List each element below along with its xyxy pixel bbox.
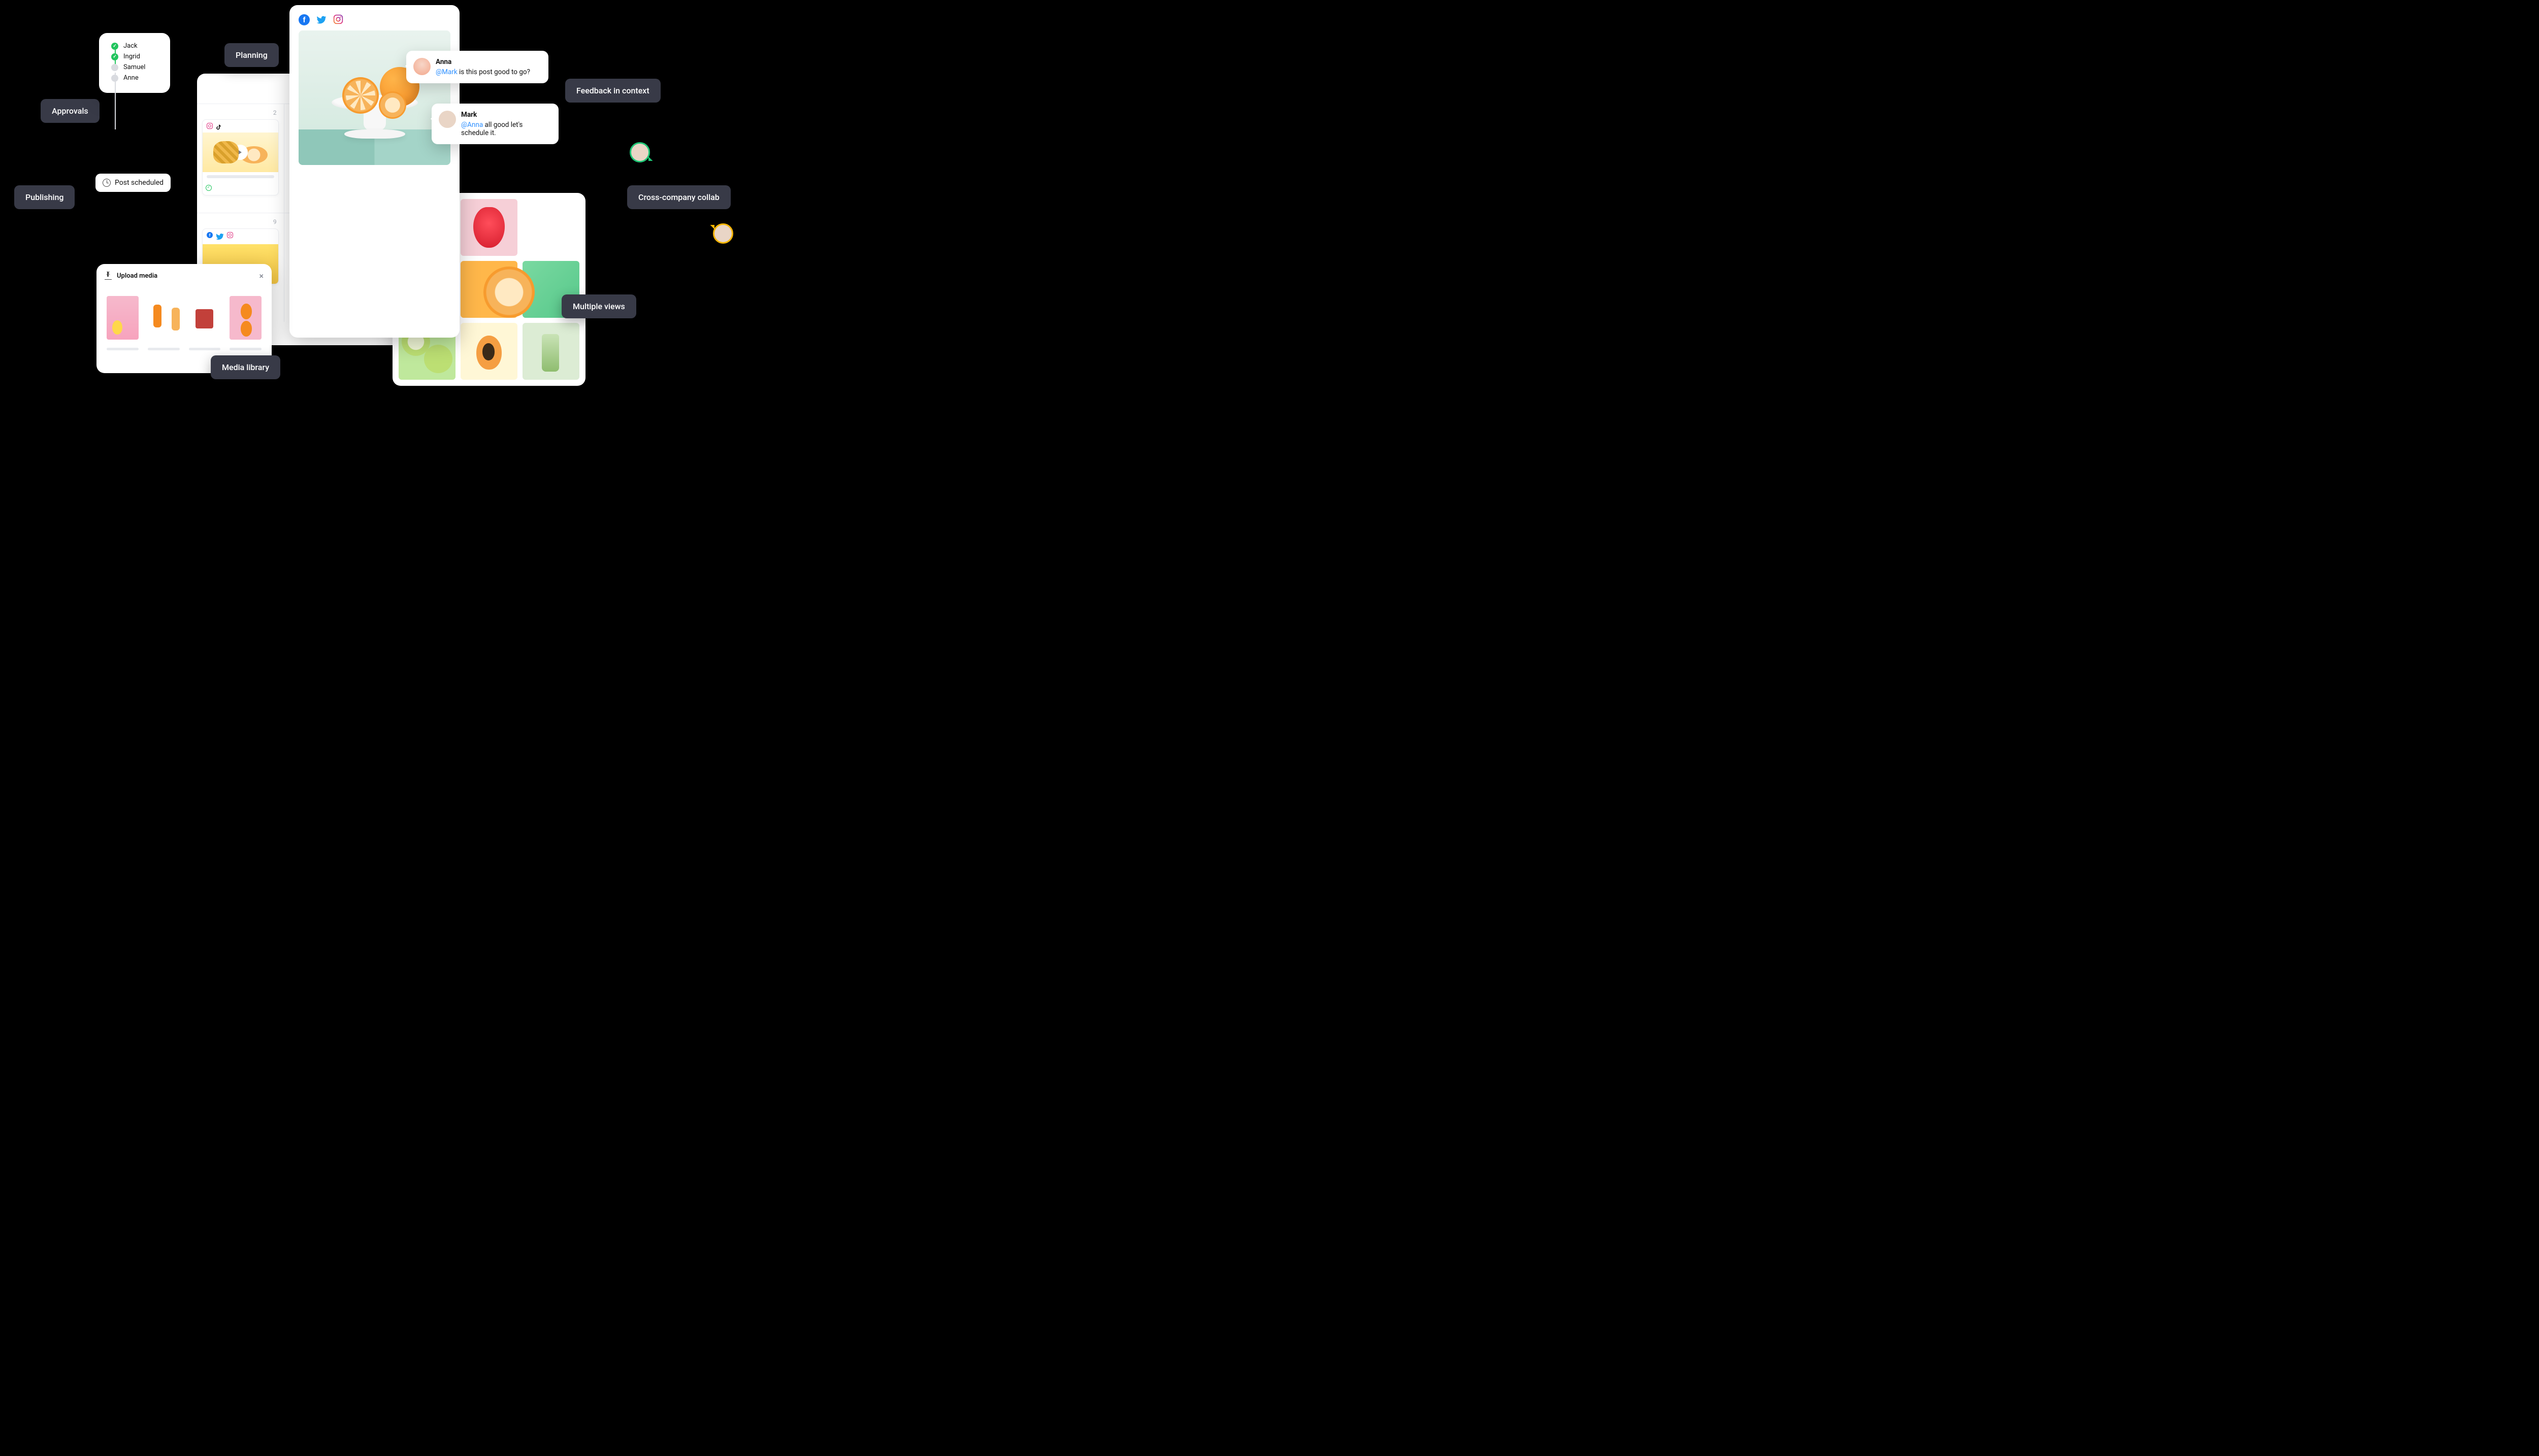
check-icon	[111, 43, 118, 50]
pending-dot-icon	[111, 75, 118, 82]
comment-bubble[interactable]: Anna @Mark is this post good to go?	[406, 51, 548, 83]
comment-bubble[interactable]: Mark @Anna all good let's schedule it.	[432, 104, 559, 144]
upload-caption-placeholder	[148, 348, 180, 350]
comment-author: Mark	[461, 111, 550, 119]
twitter-icon[interactable]	[316, 14, 327, 25]
gallery-thumbnail[interactable]	[461, 323, 517, 380]
pending-dot-icon	[111, 64, 118, 71]
approved-icon	[206, 185, 212, 191]
approver-name: Jack	[123, 42, 138, 50]
calendar-date: 9	[202, 217, 279, 228]
upload-thumbnail[interactable]	[107, 296, 139, 340]
twitter-icon	[215, 232, 224, 241]
facebook-icon	[207, 232, 213, 238]
tiktok-icon	[215, 123, 222, 129]
scheduled-post-card[interactable]	[202, 119, 279, 195]
mention[interactable]: @Anna	[461, 121, 483, 129]
approvals-card: Jack Ingrid Samuel Anne	[99, 33, 170, 93]
approvals-pill: Approvals	[41, 99, 100, 123]
avatar	[439, 111, 456, 128]
caption-placeholder	[207, 175, 274, 178]
upload-icon	[105, 273, 112, 280]
comment-text: @Mark is this post good to go?	[436, 68, 540, 76]
gallery-thumbnail[interactable]	[461, 261, 517, 318]
post-scheduled-chip: Post scheduled	[95, 174, 171, 192]
gallery-thumbnail[interactable]	[523, 323, 579, 380]
gallery-thumbnail[interactable]	[461, 199, 517, 256]
instagram-icon	[207, 123, 213, 129]
feedback-pill: Feedback in context	[565, 79, 661, 103]
comment-text: @Anna all good let's schedule it.	[461, 121, 550, 137]
upload-thumbnail[interactable]	[189, 296, 221, 340]
comment-author: Anna	[436, 58, 540, 66]
media-library-pill: Media library	[211, 355, 280, 379]
close-icon[interactable]: ×	[259, 271, 264, 281]
approver-name: Samuel	[123, 63, 145, 71]
facebook-icon[interactable]	[299, 14, 310, 25]
avatar	[413, 58, 431, 75]
clock-icon	[103, 179, 111, 187]
publishing-pill: Publishing	[14, 185, 75, 209]
approval-item[interactable]: Anne	[111, 74, 162, 82]
approval-item[interactable]: Samuel	[111, 63, 162, 71]
calendar-date: 2	[202, 108, 279, 119]
upload-thumbnail[interactable]	[230, 296, 262, 340]
upload-thumbnail[interactable]	[148, 296, 180, 340]
gallery-thumbnail[interactable]	[523, 199, 579, 256]
play-icon[interactable]	[233, 145, 248, 160]
post-thumbnail	[203, 133, 278, 172]
approval-item[interactable]: Ingrid	[111, 53, 162, 60]
approval-item[interactable]: Jack	[111, 42, 162, 50]
calendar-cell[interactable]: 2	[197, 104, 284, 213]
collaborator-cursor	[630, 142, 650, 162]
upload-caption-placeholder	[230, 348, 262, 350]
planning-pill: Planning	[224, 43, 279, 67]
check-icon	[111, 53, 118, 60]
instagram-icon[interactable]	[333, 14, 343, 24]
upload-title: Upload media	[117, 272, 157, 280]
upload-caption-placeholder	[189, 348, 221, 350]
multiple-views-pill: Multiple views	[562, 294, 636, 318]
collaborator-cursor	[713, 223, 733, 244]
approver-name: Ingrid	[123, 53, 140, 60]
upload-caption-placeholder	[107, 348, 139, 350]
instagram-icon	[227, 232, 233, 238]
mention[interactable]: @Mark	[436, 68, 458, 76]
cross-company-pill: Cross-company collab	[627, 185, 731, 209]
approver-name: Anne	[123, 74, 139, 82]
scheduled-label: Post scheduled	[115, 179, 164, 187]
